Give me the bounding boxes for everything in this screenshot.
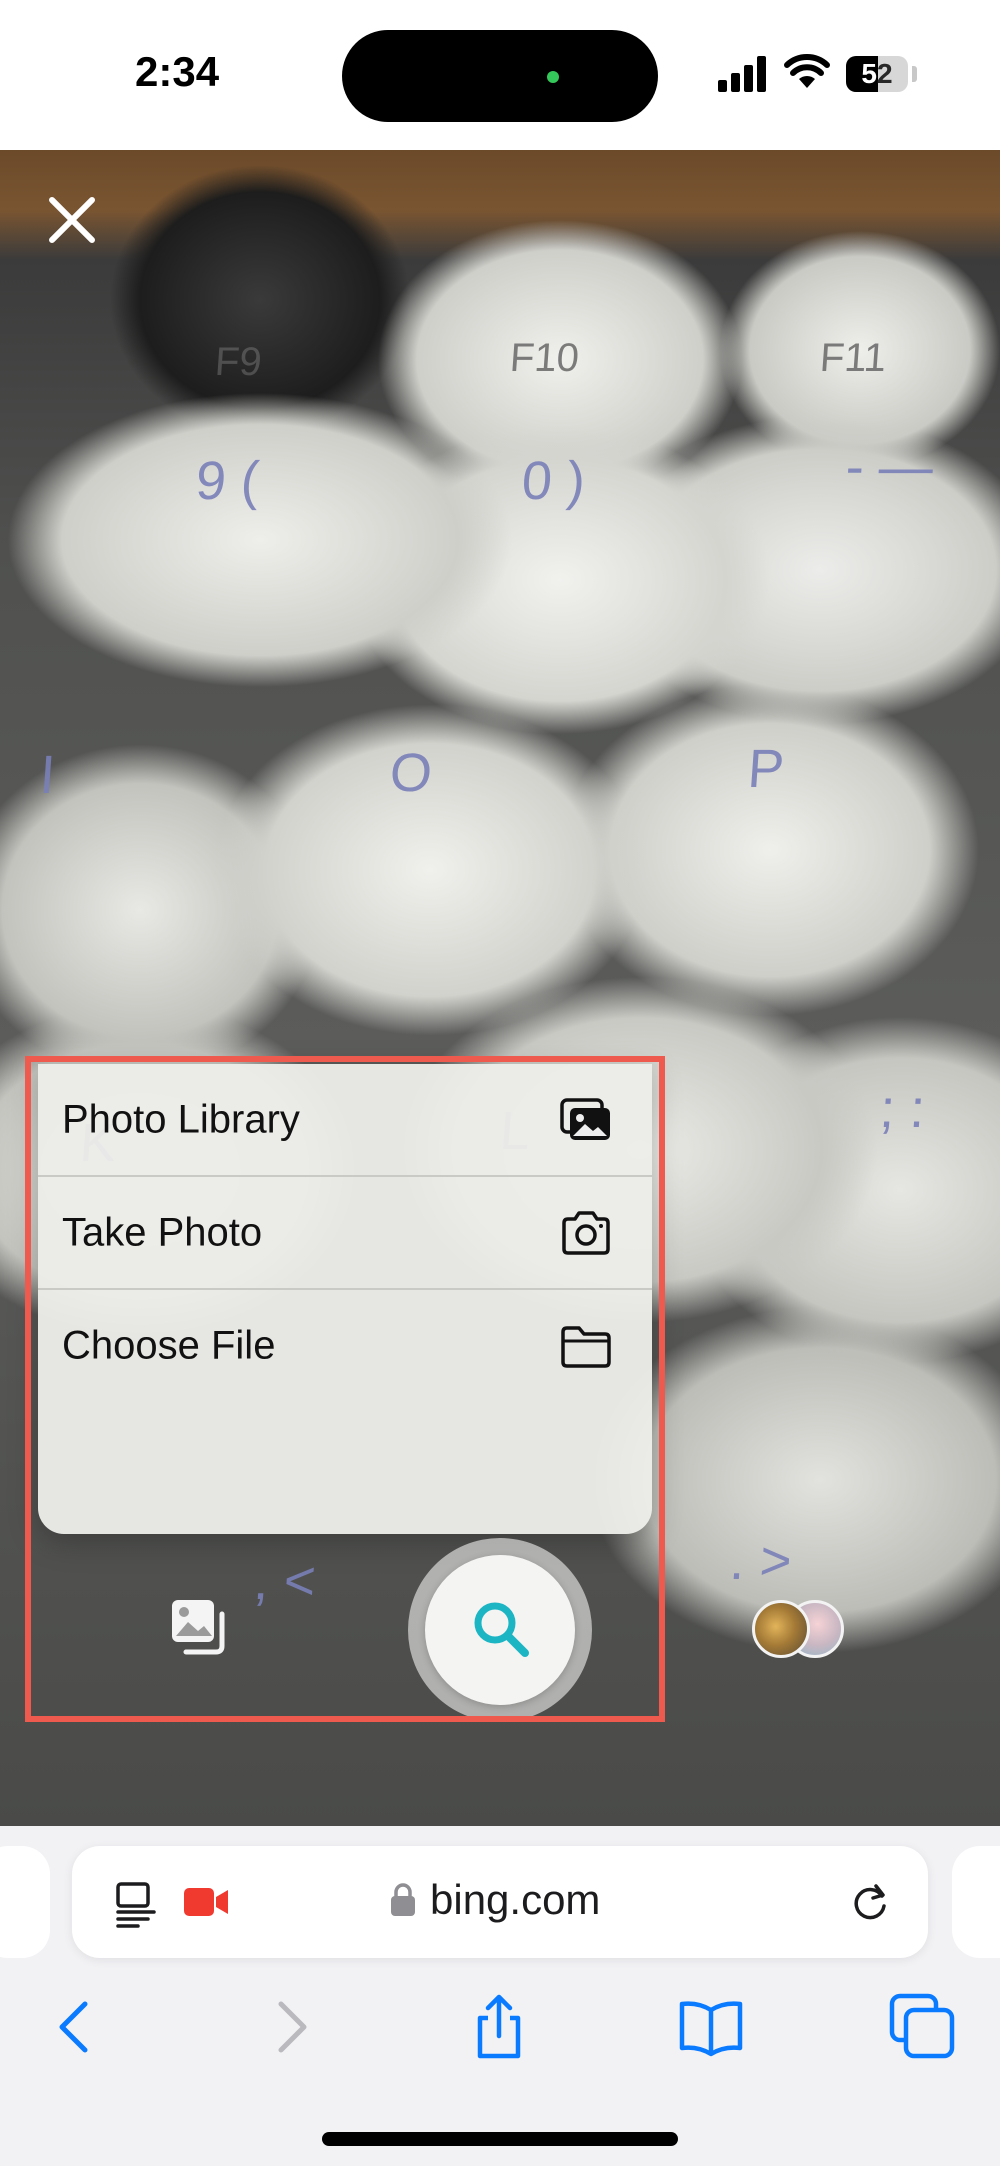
recent-image-thumbnail [752, 1600, 810, 1658]
address-bar[interactable]: bing.com [72, 1846, 928, 1958]
previous-tab-card[interactable] [0, 1846, 50, 1958]
cellular-signal-icon [718, 56, 766, 92]
lock-icon [391, 1883, 415, 1916]
camera-in-use-icon [184, 1888, 228, 1916]
battery-tip [912, 66, 917, 82]
camera-indicator-dot [547, 71, 559, 83]
share-icon[interactable] [464, 1992, 534, 2062]
status-bar: 2:34 52 [0, 0, 1000, 150]
battery-icon: 52 [846, 56, 908, 92]
dynamic-island [342, 30, 658, 122]
key-legend-0: 0 ) [519, 451, 588, 511]
wifi-icon [784, 54, 830, 88]
back-icon[interactable] [40, 1992, 110, 2062]
reload-icon[interactable] [848, 1880, 892, 1924]
status-time: 2:34 [135, 48, 220, 95]
forward-icon[interactable] [256, 1992, 326, 2062]
highlight-box [25, 1056, 665, 1722]
url-text: bing.com [430, 1876, 601, 1923]
key-legend-minus: - — [843, 437, 936, 497]
key-legend-f10: F10 [508, 336, 581, 380]
home-indicator [322, 2132, 678, 2146]
bookmarks-icon[interactable] [676, 1992, 746, 2062]
key-legend-i: I [37, 745, 58, 805]
key-legend-f9: F9 [213, 340, 264, 384]
tabs-icon[interactable] [888, 1992, 958, 2062]
key-legend-o: O [387, 743, 435, 803]
key-legend-f11: F11 [818, 336, 888, 380]
close-icon[interactable] [44, 192, 100, 248]
recent-images-avatars[interactable] [752, 1600, 852, 1664]
key-legend-p: P [745, 739, 787, 799]
next-tab-card[interactable] [952, 1846, 1000, 1958]
battery-percentage: 52 [861, 58, 893, 89]
key-legend-semicolon: ; : [877, 1079, 928, 1139]
key-legend-9: 9 ( [193, 451, 262, 511]
page-menu-icon[interactable] [114, 1880, 158, 1928]
browser-bottom-bar: bing.com [0, 1826, 1000, 2166]
key-legend-period: . > [727, 1531, 794, 1591]
